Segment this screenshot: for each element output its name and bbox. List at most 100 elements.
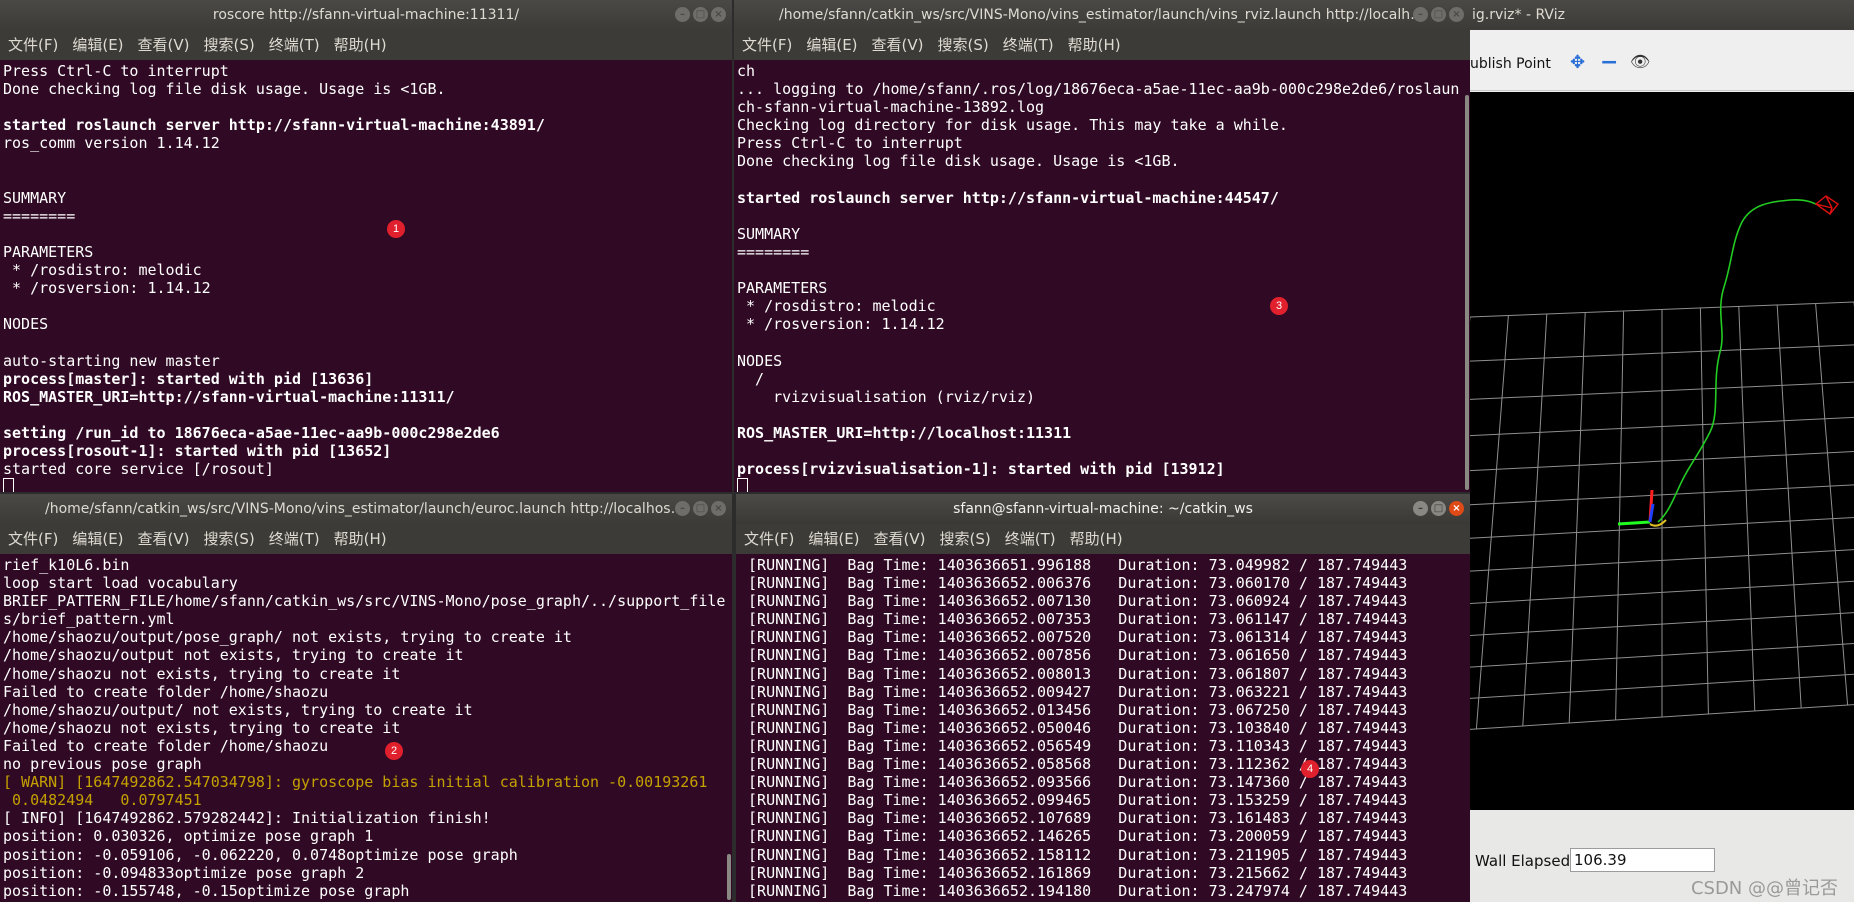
terminal-output[interactable]: rief_k10L6.bin loop start load vocabulary… <box>0 554 732 902</box>
menu-file[interactable]: 文件(F) <box>742 30 792 60</box>
menu-file[interactable]: 文件(F) <box>744 524 794 554</box>
terminal-window-roscore[interactable]: roscore http://sfann-virtual-machine:113… <box>0 0 732 492</box>
terminal-line: ======== <box>737 242 810 261</box>
annotation-badge: 3 <box>1270 297 1288 315</box>
terminal-line: [RUNNING] Bag Time: 1403636652.146265 Du… <box>739 827 1408 846</box>
terminal-line: rvizvisualisation (rviz/rviz) <box>737 387 1036 406</box>
terminal-line: no previous pose graph <box>3 755 202 774</box>
terminal-line: Press Ctrl-C to interrupt <box>3 62 229 80</box>
terminal-window-euroc[interactable]: /home/sfann/catkin_ws/src/VINS-Mono/vins… <box>0 494 732 902</box>
menu-help[interactable]: 帮助(H) <box>334 30 387 60</box>
close-icon[interactable]: × <box>1449 7 1464 22</box>
terminal-line: [RUNNING] Bag Time: 1403636652.007856 Du… <box>739 646 1408 665</box>
publish-point-tool[interactable]: ublish Point <box>1470 56 1551 72</box>
move-camera-icon[interactable]: ✥ <box>1570 52 1585 73</box>
menu-edit[interactable]: 编辑(E) <box>806 30 857 60</box>
menu-file[interactable]: 文件(F) <box>8 524 58 554</box>
minimize-icon[interactable]: – <box>675 501 690 516</box>
terminal-output[interactable]: Press Ctrl-C to interrupt Done checking l… <box>0 60 732 492</box>
terminal-output[interactable]: [RUNNING] Bag Time: 1403636651.996188 Du… <box>736 554 1470 902</box>
terminal-line: [ WARN] [1647492862.547034798]: gyroscop… <box>3 773 708 792</box>
scene-render <box>1429 195 1854 733</box>
menu-help[interactable]: 帮助(H) <box>1070 524 1123 554</box>
terminal-line: loop start load vocabulary <box>3 574 238 593</box>
close-icon[interactable]: × <box>1449 501 1464 516</box>
terminal-window-catkin-ws[interactable]: sfann@sfann-virtual-machine: ~/catkin_ws… <box>736 494 1470 902</box>
rviz-3d-viewport[interactable] <box>1429 92 1854 810</box>
menu-terminal[interactable]: 终端(T) <box>1005 524 1056 554</box>
minus-icon[interactable]: − <box>1600 50 1618 75</box>
menu-bar: 文件(F) 编辑(E) 查看(V) 搜索(S) 终端(T) 帮助(H) <box>734 30 1470 60</box>
terminal-line: process[rosout-1]: started with pid [136… <box>3 441 392 460</box>
window-titlebar[interactable]: sfann@sfann-virtual-machine: ~/catkin_ws… <box>736 494 1470 524</box>
terminal-line: Failed to create folder /home/shaozu <box>3 682 329 701</box>
menu-file[interactable]: 文件(F) <box>8 30 58 60</box>
minimize-icon[interactable]: – <box>1413 501 1428 516</box>
eye-icon[interactable]: 👁 <box>1630 52 1650 71</box>
menu-terminal[interactable]: 终端(T) <box>269 30 320 60</box>
terminal-line: [RUNNING] Bag Time: 1403636652.008013 Du… <box>739 664 1408 683</box>
maximize-icon[interactable]: □ <box>693 7 708 22</box>
window-titlebar[interactable]: ig.rviz* - RViz <box>1470 0 1854 30</box>
maximize-icon[interactable]: □ <box>1431 7 1446 22</box>
terminal-line: [RUNNING] Bag Time: 1403636652.006376 Du… <box>739 574 1408 593</box>
text-cursor <box>737 478 748 492</box>
menu-help[interactable]: 帮助(H) <box>334 524 387 554</box>
wall-elapsed-field[interactable]: 106.39 <box>1570 848 1715 872</box>
scrollbar[interactable] <box>727 854 731 900</box>
terminal-line: /home/shaozu/output/pose_graph/ not exis… <box>3 628 572 647</box>
maximize-icon[interactable]: □ <box>693 501 708 516</box>
rviz-window[interactable]: ig.rviz* - RViz ublish Point ✥ − 👁 Wall <box>1429 0 1854 902</box>
menu-search[interactable]: 搜索(S) <box>938 30 989 60</box>
annotation-badge: 1 <box>387 220 405 238</box>
window-titlebar[interactable]: roscore http://sfann-virtual-machine:113… <box>0 0 732 30</box>
terminal-output[interactable]: ch... logging to /home/sfann/.ros/log/18… <box>734 60 1470 492</box>
terminal-line: ch-sfann-virtual-machine-13892.log <box>737 98 1045 117</box>
camera-frustum-icon <box>1814 195 1840 215</box>
menu-terminal[interactable]: 终端(T) <box>1003 30 1054 60</box>
menu-edit[interactable]: 编辑(E) <box>808 524 859 554</box>
terminal-line: [RUNNING] Bag Time: 1403636652.107689 Du… <box>739 809 1408 828</box>
terminal-line: PARAMETERS <box>3 242 94 261</box>
window-title: roscore http://sfann-virtual-machine:113… <box>212 7 520 23</box>
menu-search[interactable]: 搜索(S) <box>940 524 991 554</box>
terminal-window-vins-rviz[interactable]: /home/sfann/catkin_ws/src/VINS-Mono/vins… <box>734 0 1470 492</box>
terminal-line: [RUNNING] Bag Time: 1403636651.996188 Du… <box>739 556 1408 574</box>
close-icon[interactable]: × <box>711 501 726 516</box>
terminal-line: /home/shaozu/output/ not exists, trying … <box>3 700 473 719</box>
terminal-line: ros_comm version 1.14.12 <box>3 134 220 153</box>
menu-view[interactable]: 查看(V) <box>138 524 190 554</box>
menu-view[interactable]: 查看(V) <box>138 30 190 60</box>
terminal-line: NODES <box>3 315 49 334</box>
terminal-line: ... logging to /home/sfann/.ros/log/1867… <box>737 80 1460 99</box>
window-titlebar[interactable]: /home/sfann/catkin_ws/src/VINS-Mono/vins… <box>734 0 1470 30</box>
terminal-line: started roslaunch server http://sfann-vi… <box>3 116 545 135</box>
minimize-icon[interactable]: – <box>1413 7 1428 22</box>
maximize-icon[interactable]: □ <box>1431 501 1446 516</box>
terminal-line: * /rosdistro: melodic <box>737 297 936 316</box>
menu-view[interactable]: 查看(V) <box>872 30 924 60</box>
scrollbar[interactable] <box>1465 95 1469 490</box>
menu-view[interactable]: 查看(V) <box>874 524 926 554</box>
menu-search[interactable]: 搜索(S) <box>204 524 255 554</box>
minimize-icon[interactable]: – <box>675 7 690 22</box>
menu-help[interactable]: 帮助(H) <box>1068 30 1121 60</box>
close-icon[interactable]: × <box>711 7 726 22</box>
menu-edit[interactable]: 编辑(E) <box>72 524 123 554</box>
menu-terminal[interactable]: 终端(T) <box>269 524 320 554</box>
terminal-line: [ INFO] [1647492862.579282442]: Initiali… <box>3 809 491 828</box>
menu-bar: 文件(F) 编辑(E) 查看(V) 搜索(S) 终端(T) 帮助(H) <box>0 30 732 60</box>
menu-search[interactable]: 搜索(S) <box>204 30 255 60</box>
menu-edit[interactable]: 编辑(E) <box>72 30 123 60</box>
terminal-line: [RUNNING] Bag Time: 1403636652.007353 Du… <box>739 610 1408 629</box>
annotation-badge: 2 <box>385 742 403 760</box>
terminal-line: [RUNNING] Bag Time: 1403636652.009427 Du… <box>739 682 1408 701</box>
wall-elapsed-label: Wall Elapsed: <box>1475 852 1576 870</box>
window-titlebar[interactable]: /home/sfann/catkin_ws/src/VINS-Mono/vins… <box>0 494 732 524</box>
window-title: sfann@sfann-virtual-machine: ~/catkin_ws <box>953 501 1253 517</box>
